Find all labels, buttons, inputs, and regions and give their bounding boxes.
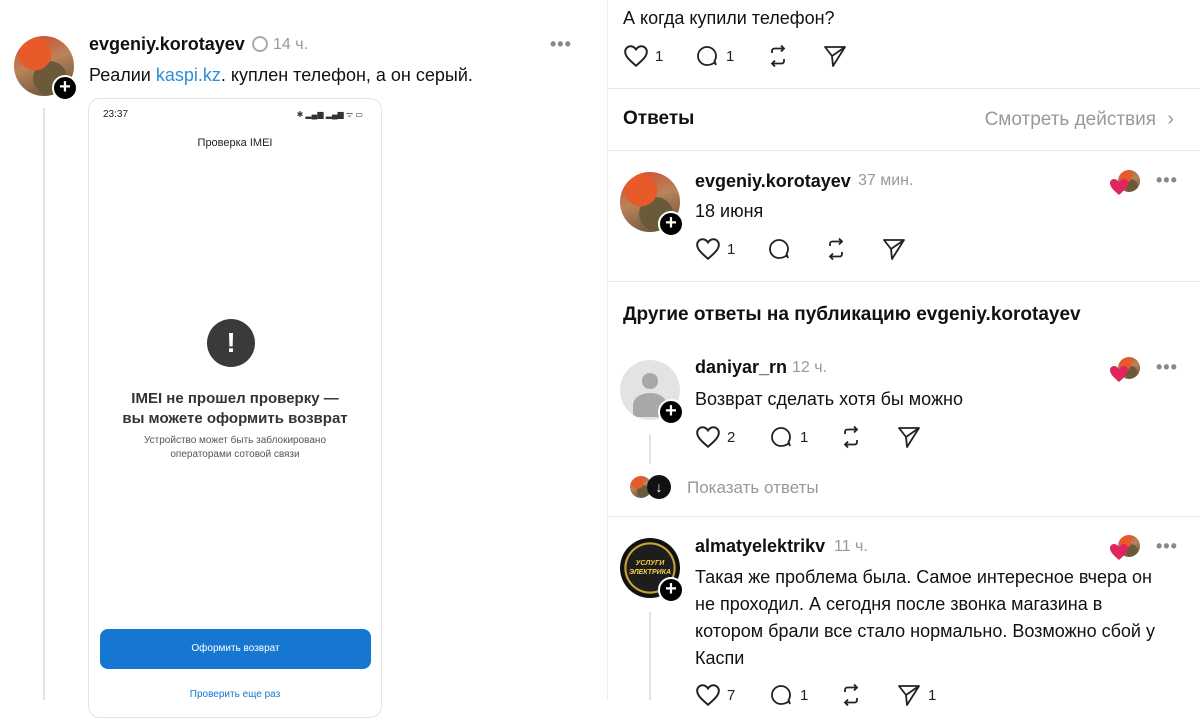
- repost-icon[interactable]: [838, 683, 864, 707]
- arrow-down-icon[interactable]: ↓: [647, 475, 671, 499]
- repost-icon[interactable]: [765, 44, 791, 68]
- reply-more-button[interactable]: •••: [1156, 536, 1178, 557]
- comment-count: 1: [726, 47, 735, 65]
- reply-username[interactable]: evgeniy.korotayev: [695, 171, 851, 192]
- reply-username[interactable]: almatyelektrikv: [695, 536, 825, 557]
- share-icon: [898, 685, 920, 706]
- return-button: Оформить возврат: [100, 629, 371, 669]
- view-activity-link[interactable]: Смотреть действия ›: [985, 108, 1174, 131]
- pane-divider: [600, 0, 607, 700]
- liked-heart-icon: [1110, 366, 1128, 382]
- thread-line: [649, 434, 651, 464]
- follow-plus-icon[interactable]: +: [658, 211, 684, 237]
- reply-text: Такая же проблема была. Самое интересное…: [695, 567, 1155, 668]
- post-more-button[interactable]: •••: [550, 34, 572, 55]
- share-count: 1: [928, 686, 937, 704]
- comment-count: 1: [800, 686, 809, 704]
- phone-status-icons: ✱ ▂▄▆ ▂▄▆ ᯤ ▭: [296, 110, 363, 119]
- separator: [608, 516, 1200, 517]
- share-icon[interactable]: [822, 44, 848, 68]
- separator: [608, 150, 1200, 151]
- liked-heart-icon: [1110, 544, 1128, 560]
- comment-icon: [771, 685, 791, 705]
- comment-count: 1: [800, 428, 809, 446]
- comment-icon: [697, 46, 717, 66]
- post-link[interactable]: kaspi.kz: [156, 65, 221, 85]
- reply-more-button[interactable]: •••: [1156, 357, 1178, 378]
- reposted-icon: [252, 36, 268, 52]
- heart-icon: [696, 426, 720, 449]
- like-action[interactable]: 7: [695, 683, 735, 707]
- phone-heading: IMEI не прошел проверку — вы можете офор…: [122, 390, 348, 427]
- like-action[interactable]: 2: [695, 425, 735, 449]
- post-text: Реалии kaspi.kz. куплен телефон, а он се…: [89, 65, 473, 85]
- reply-username[interactable]: daniyar_rn: [695, 357, 787, 378]
- follow-plus-icon[interactable]: +: [658, 577, 684, 603]
- phone-screen-title: Проверка IMEI: [197, 137, 273, 149]
- show-replies-link[interactable]: Показать ответы: [687, 478, 819, 498]
- reply-more-button[interactable]: •••: [1156, 170, 1178, 191]
- like-count: 1: [727, 240, 736, 258]
- other-replies-title: Другие ответы на публикацию evgeniy.koro…: [623, 304, 1081, 325]
- liked-heart-icon: [1110, 179, 1128, 195]
- right-replies-pane: А когда купили телефон? 1 1 Ответы Смотр…: [607, 0, 1200, 707]
- like-count: 2: [727, 428, 736, 446]
- comment-action[interactable]: 1: [768, 425, 808, 449]
- phone-subtext: Устройство может быть заблокировано опер…: [143, 435, 327, 460]
- reply-time: 12 ч.: [792, 359, 828, 376]
- thread-line: [649, 612, 651, 700]
- share-action[interactable]: 1: [896, 683, 936, 707]
- reply-time: 11 ч.: [834, 538, 868, 555]
- comment-icon[interactable]: [766, 237, 792, 261]
- like-count: 7: [727, 686, 736, 704]
- thread-line: [43, 108, 45, 700]
- comment-icon: [771, 427, 791, 447]
- left-post-pane: + evgeniy.korotayev 14 ч. ••• Реалии kas…: [0, 0, 600, 718]
- separator: [608, 88, 1200, 89]
- reply-text: 18 июня: [695, 201, 764, 221]
- share-icon[interactable]: [896, 425, 922, 449]
- chevron-right-icon: ›: [1167, 108, 1174, 130]
- reply-time: 37 мин.: [858, 172, 914, 189]
- post-username[interactable]: evgeniy.korotayev: [89, 34, 245, 55]
- top-reply-text: А когда купили телефон?: [623, 8, 835, 28]
- separator: [608, 281, 1200, 282]
- check-again-link: Проверить еще раз: [189, 689, 281, 700]
- phone-clock: 23:37: [103, 109, 129, 120]
- like-count: 1: [655, 47, 664, 65]
- post-time: 14 ч.: [273, 36, 309, 53]
- share-icon[interactable]: [881, 237, 907, 261]
- phone-screenshot[interactable]: 23:37 ✱ ▂▄▆ ▂▄▆ ᯤ ▭ Проверка IMEI ! IMEI…: [88, 98, 382, 718]
- like-action[interactable]: 1: [623, 44, 663, 68]
- heart-icon: [696, 684, 720, 707]
- warning-icon: !: [207, 319, 255, 367]
- reply-text: Возврат сделать хотя бы можно: [695, 389, 963, 409]
- heart-icon: [624, 45, 648, 68]
- answers-title: Ответы: [623, 108, 695, 129]
- comment-action[interactable]: 1: [694, 44, 734, 68]
- comment-action[interactable]: 1: [768, 683, 808, 707]
- follow-plus-icon[interactable]: +: [658, 399, 684, 425]
- heart-icon: [696, 238, 720, 261]
- repost-icon[interactable]: [838, 425, 864, 449]
- repost-icon[interactable]: [823, 237, 849, 261]
- like-action[interactable]: 1: [695, 237, 735, 261]
- follow-plus-icon[interactable]: +: [52, 75, 78, 101]
